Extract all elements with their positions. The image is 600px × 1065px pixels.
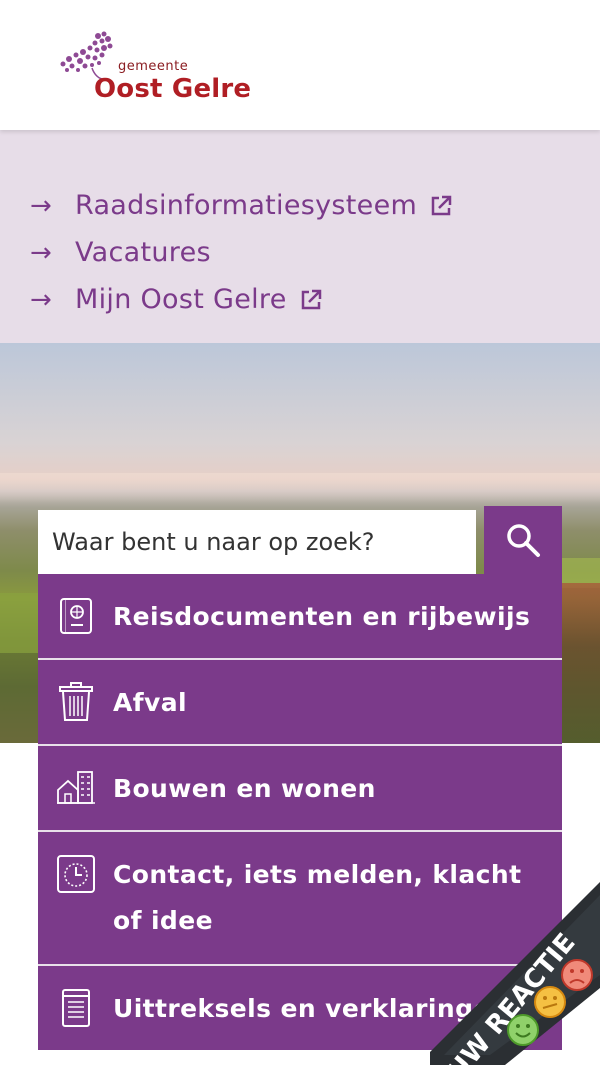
quick-links-panel: → Raadsinformatiesysteem → Vacatures → M…: [0, 130, 600, 343]
site-header: gemeente Oost Gelre: [0, 0, 600, 130]
hero-trees: [560, 583, 600, 743]
menu-item-label: Bouwen en wonen: [113, 774, 376, 803]
search-input[interactable]: [38, 510, 476, 574]
logo[interactable]: gemeente Oost Gelre: [58, 28, 258, 108]
feedback-ribbon-graphic: UW REACTIE: [430, 882, 600, 1065]
arrow-right-icon: →: [30, 237, 53, 268]
logo-name: Oost Gelre: [94, 74, 252, 104]
link-mijn-oost-gelre[interactable]: → Mijn Oost Gelre: [30, 284, 323, 315]
feedback-ribbon[interactable]: UW REACTIE: [430, 860, 600, 1065]
neutral-face-icon: [534, 986, 566, 1018]
link-raadsinformatiesysteem[interactable]: → Raadsinformatiesysteem: [30, 190, 453, 221]
menu-item-label: Afval: [113, 688, 187, 717]
logo-subtitle: gemeente: [118, 59, 189, 74]
hero-horizon: [0, 473, 600, 503]
sad-face-icon: [561, 959, 593, 991]
menu-item-bouwen-en-wonen[interactable]: Bouwen en wonen: [38, 746, 562, 832]
arrow-right-icon: →: [30, 284, 53, 315]
menu-item-label: Reisdocumenten en rijbewijs: [113, 602, 531, 631]
search-icon: [507, 524, 540, 557]
link-label: Vacatures: [75, 237, 211, 268]
search-button[interactable]: [484, 506, 562, 574]
external-link-icon: [431, 195, 452, 215]
happy-face-icon: [507, 1014, 539, 1046]
link-label: Raadsinformatiesysteem: [75, 190, 418, 221]
arrow-right-icon: →: [30, 190, 53, 221]
document-icon: [62, 989, 90, 1027]
external-link-icon: [301, 289, 321, 309]
buildings-icon: [57, 771, 95, 804]
menu-item-afval[interactable]: Afval: [38, 660, 562, 746]
link-vacatures[interactable]: → Vacatures: [30, 237, 211, 268]
passport-icon: [60, 598, 92, 634]
link-label: Mijn Oost Gelre: [75, 284, 287, 315]
logo-flower-icon: [60, 31, 113, 80]
clock-icon: [57, 855, 95, 893]
menu-item-reisdocumenten[interactable]: Reisdocumenten en rijbewijs: [38, 574, 562, 660]
trash-bin-icon: [59, 682, 93, 721]
